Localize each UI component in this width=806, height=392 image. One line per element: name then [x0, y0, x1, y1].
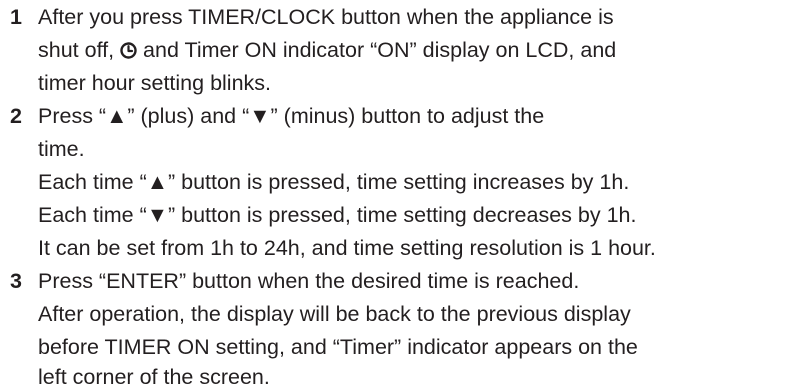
instruction-page: 1 After you press TIMER/CLOCK button whe… — [0, 0, 806, 392]
step-1-number: 1 — [10, 5, 22, 29]
step-2-number: 2 — [10, 104, 22, 128]
step-1-line-2: shut off, and Timer ON indicator “ON” di… — [38, 37, 616, 63]
step-1-line-3: timer hour setting blinks. — [38, 71, 272, 95]
step-3-line-1: Press “ENTER” button when the desired ti… — [38, 269, 580, 293]
step-3-number: 3 — [10, 269, 22, 293]
step-3-line-4: left corner of the screen. — [38, 365, 270, 389]
step-2-line-2: time. — [38, 137, 85, 161]
step-1-line-1: After you press TIMER/CLOCK button when … — [38, 5, 614, 29]
step-1-line-2-start: shut off, — [38, 38, 121, 62]
step-3-line-3: before TIMER ON setting, and “Timer” ind… — [38, 335, 638, 359]
step-2-line-1: Press “▲” (plus) and “▼” (minus) button … — [38, 104, 545, 128]
step-3-line-2: After operation, the display will be bac… — [38, 302, 631, 326]
timer-clock-icon — [120, 42, 137, 59]
step-2-line-3: Each time “▲” button is pressed, time se… — [38, 170, 630, 194]
step-2-line-4: Each time “▼” button is pressed, time se… — [38, 203, 637, 227]
step-1-line-2-end: and Timer ON indicator “ON” display on L… — [137, 38, 617, 62]
step-2-line-5: It can be set from 1h to 24h, and time s… — [38, 236, 656, 260]
